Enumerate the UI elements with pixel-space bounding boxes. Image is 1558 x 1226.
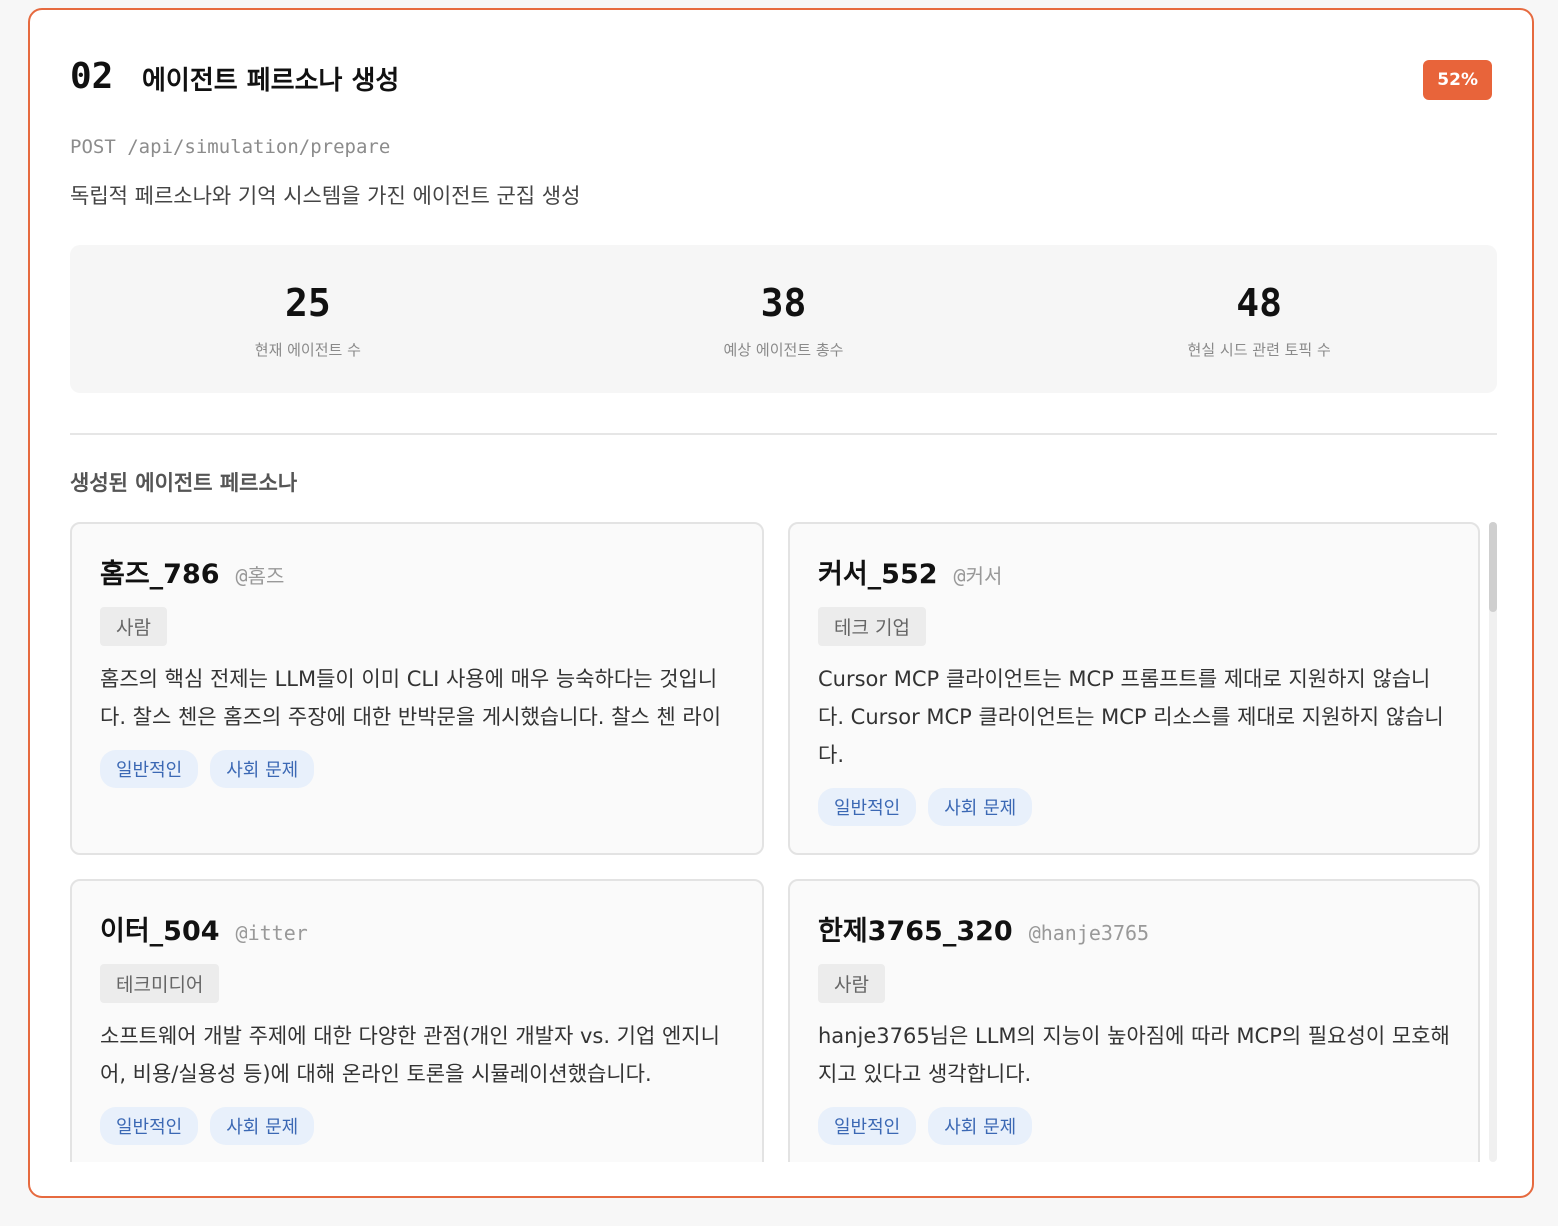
persona-card[interactable]: 이터_504 @itter 테크미디어 소프트웨어 개발 주제에 대한 다양한 … — [70, 879, 764, 1162]
step-title: 에이전트 페르소나 생성 — [142, 66, 400, 96]
persona-card[interactable]: 홈즈_786 @홈즈 사람 홈즈의 핵심 전제는 LLM들이 이미 CLI 사용… — [70, 522, 764, 855]
persona-list[interactable]: 홈즈_786 @홈즈 사람 홈즈의 핵심 전제는 LLM들이 이미 CLI 사용… — [70, 522, 1497, 1162]
stat-label: 현실 시드 관련 토픽 수 — [1187, 341, 1331, 359]
stats-panel: 25 현재 에이전트 수 38 예상 에이전트 총수 48 현실 시드 관련 토… — [70, 245, 1497, 393]
persona-bio: hanje3765님은 LLM의 지능이 높아짐에 따라 MCP의 필요성이 모… — [818, 1024, 1450, 1086]
persona-handle: @hanje3765 — [1028, 921, 1150, 945]
persona-handle: @커서 — [953, 564, 1003, 588]
persona-bio: Cursor MCP 클라이언트는 MCP 프롬프트를 제대로 지원하지 않습니… — [818, 667, 1444, 767]
persona-tag: 사회 문제 — [210, 750, 315, 788]
persona-type-badge: 테크 기업 — [818, 607, 926, 646]
persona-type-badge: 테크미디어 — [100, 964, 220, 1003]
progress-badge: 52% — [1423, 60, 1492, 100]
persona-type-badge: 사람 — [100, 607, 167, 646]
stat-label: 예상 에이전트 총수 — [723, 341, 844, 359]
persona-card[interactable]: 커서_552 @커서 테크 기업 Cursor MCP 클라이언트는 MCP 프… — [788, 522, 1480, 855]
persona-name: 홈즈_786 — [100, 559, 220, 590]
persona-type-badge: 사람 — [818, 964, 885, 1003]
step-description: 독립적 페르소나와 기억 시스템을 가진 에이전트 군집 생성 — [70, 184, 581, 208]
section-title: 생성된 에이전트 페르소나 — [70, 471, 298, 495]
persona-card[interactable]: 한제3765_320 @hanje3765 사람 hanje3765님은 LLM… — [788, 879, 1480, 1162]
scrollbar-thumb[interactable] — [1489, 522, 1497, 612]
persona-tag: 일반적인 — [100, 1107, 199, 1145]
divider — [70, 433, 1497, 435]
persona-tag: 사회 문제 — [928, 788, 1033, 826]
persona-handle: @itter — [235, 921, 308, 945]
persona-tag: 사회 문제 — [210, 1107, 315, 1145]
persona-name: 이터_504 — [100, 916, 220, 947]
persona-tag: 일반적인 — [818, 1107, 917, 1145]
api-endpoint: POST /api/simulation/prepare — [70, 136, 391, 158]
persona-bio: 홈즈의 핵심 전제는 LLM들이 이미 CLI 사용에 매우 능숙하다는 것입니… — [100, 667, 722, 729]
persona-tag: 일반적인 — [818, 788, 917, 826]
stat-seed-topics: 48 현실 시드 관련 토픽 수 — [1021, 245, 1497, 393]
stat-expected-agents: 38 예상 에이전트 총수 — [546, 245, 1022, 393]
step-card: 02 에이전트 페르소나 생성 52% POST /api/simulation… — [28, 8, 1534, 1198]
stat-value: 48 — [1236, 281, 1283, 325]
stat-value: 38 — [760, 281, 807, 325]
persona-name: 커서_552 — [818, 559, 938, 590]
persona-handle: @홈즈 — [235, 564, 285, 588]
scrollbar[interactable] — [1489, 522, 1497, 1162]
step-number: 02 — [70, 56, 114, 97]
stat-current-agents: 25 현재 에이전트 수 — [70, 245, 546, 393]
stat-label: 현재 에이전트 수 — [254, 341, 361, 359]
persona-bio: 소프트웨어 개발 주제에 대한 다양한 관점(개인 개발자 vs. 기업 엔지니… — [100, 1024, 720, 1086]
persona-tag: 일반적인 — [100, 750, 199, 788]
persona-name: 한제3765_320 — [818, 916, 1013, 947]
persona-tag: 사회 문제 — [928, 1107, 1033, 1145]
stat-value: 25 — [284, 281, 331, 325]
